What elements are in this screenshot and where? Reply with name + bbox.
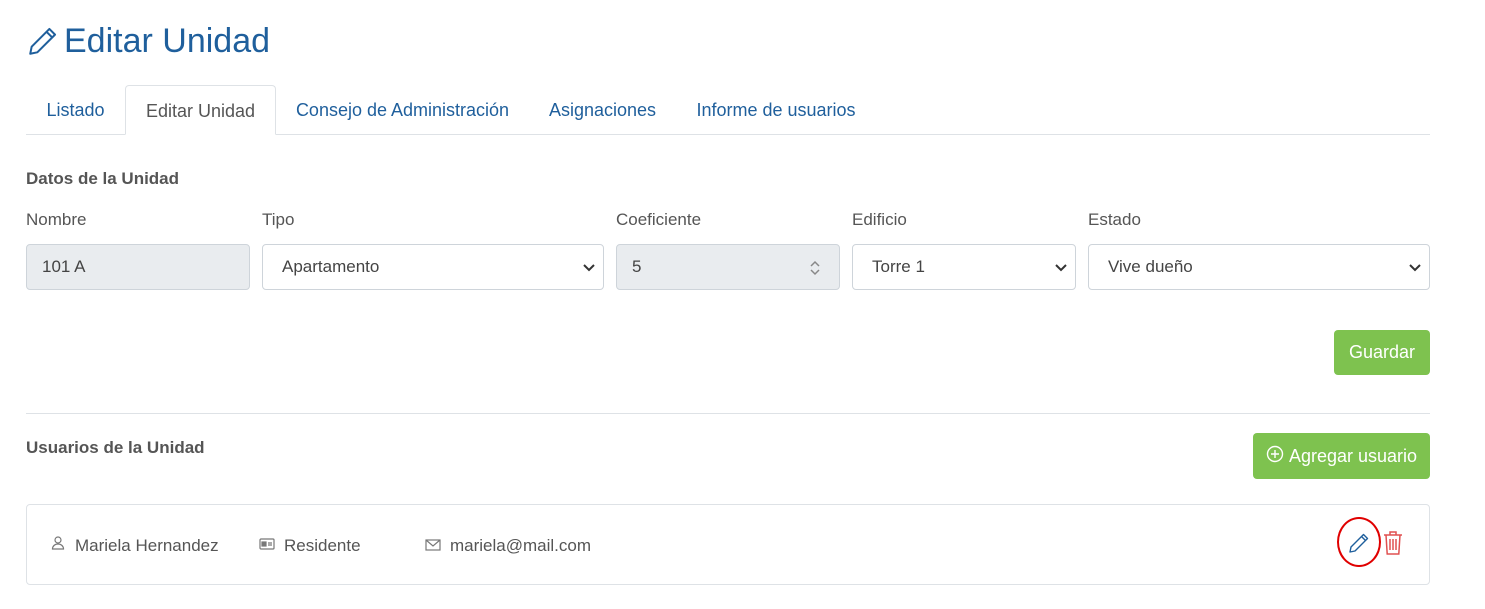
user-role-cell: Residente (259, 505, 361, 586)
trash-icon (1382, 531, 1404, 560)
tipo-value: Apartamento (282, 257, 380, 276)
coeficiente-input[interactable]: 5 (616, 244, 840, 290)
tab-informe-usuarios[interactable]: Informe de usuarios (676, 85, 876, 135)
tab-bar: Listado Editar Unidad Consejo de Adminis… (26, 85, 1430, 135)
tab-listado[interactable]: Listado (26, 85, 125, 135)
add-user-label: Agregar usuario (1288, 445, 1418, 466)
nombre-input[interactable]: 101 A (26, 244, 250, 290)
edificio-select[interactable]: Torre 1 (852, 244, 1076, 290)
tab-editar-unidad[interactable]: Editar Unidad (125, 85, 276, 135)
user-icon (50, 535, 66, 556)
plus-circle-icon (1266, 445, 1284, 468)
coeficiente-label: Coeficiente (616, 210, 702, 229)
pencil-icon (1347, 533, 1371, 560)
page-title: Editar Unidad (26, 18, 270, 64)
save-button[interactable]: Guardar (1334, 330, 1430, 375)
pencil-icon (26, 24, 60, 58)
estado-select[interactable]: Vive dueño (1088, 244, 1430, 290)
user-card: Mariela Hernandez Residente mariela@mail… (26, 504, 1430, 585)
tipo-select[interactable]: Apartamento (262, 244, 604, 290)
edificio-value: Torre 1 (872, 257, 925, 276)
user-name-cell: Mariela Hernandez (50, 505, 219, 586)
user-name: Mariela Hernandez (75, 535, 219, 555)
chevron-down-icon (1053, 259, 1069, 280)
user-role: Residente (284, 535, 361, 555)
nombre-value: 101 A (42, 257, 86, 276)
stepper-icon (809, 258, 821, 283)
page-title-text: Editar Unidad (64, 21, 271, 60)
add-user-button[interactable]: Agregar usuario (1253, 433, 1430, 479)
edificio-label: Edificio (852, 210, 907, 229)
envelope-icon (425, 536, 441, 556)
chevron-down-icon (581, 259, 597, 280)
id-card-icon (259, 536, 275, 556)
unit-data-heading: Datos de la Unidad (26, 169, 180, 188)
tab-consejo-administracion[interactable]: Consejo de Administración (276, 85, 529, 135)
divider (26, 413, 1430, 414)
user-email-cell: mariela@mail.com (425, 505, 591, 586)
estado-label: Estado (1088, 210, 1141, 229)
tab-asignaciones[interactable]: Asignaciones (529, 85, 676, 135)
delete-user-button[interactable] (1382, 530, 1404, 561)
unit-users-heading: Usuarios de la Unidad (26, 438, 205, 457)
coeficiente-value: 5 (632, 257, 642, 276)
nombre-label: Nombre (26, 210, 87, 229)
tipo-label: Tipo (262, 210, 295, 229)
edit-user-button[interactable] (1347, 530, 1371, 561)
user-email: mariela@mail.com (450, 535, 592, 555)
estado-value: Vive dueño (1108, 257, 1193, 276)
chevron-down-icon (1407, 259, 1423, 280)
